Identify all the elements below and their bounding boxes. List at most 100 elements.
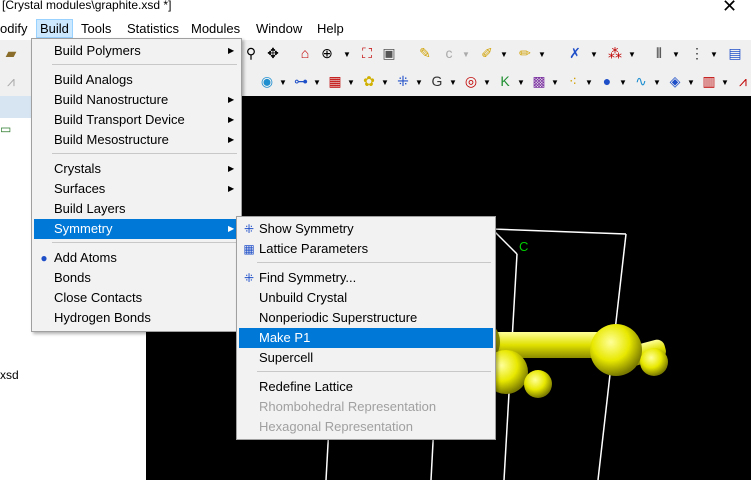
menu-unbuild-crystal[interactable]: Unbuild Crystal bbox=[239, 288, 493, 308]
spectrum-icon[interactable]: ⩘ bbox=[2, 72, 20, 90]
pan-icon[interactable]: ✥ bbox=[264, 44, 282, 62]
menu-statistics[interactable]: Statistics bbox=[127, 21, 179, 36]
book-icon[interactable]: ▭ bbox=[0, 122, 11, 136]
file-item-graphite[interactable]: xsd bbox=[0, 368, 19, 382]
menu-item-label: Lattice Parameters bbox=[259, 241, 369, 256]
menu-surfaces[interactable]: Surfaces ▶ bbox=[34, 179, 239, 199]
menu-find-symmetry[interactable]: ⁜ Find Symmetry... bbox=[239, 268, 493, 288]
chevron-down-icon[interactable]: ▼ bbox=[343, 50, 351, 59]
chevron-down-icon[interactable]: ▼ bbox=[653, 78, 661, 87]
menu-hexagonal-representation: Hexagonal Representation bbox=[239, 417, 493, 437]
chevron-down-icon[interactable]: ▼ bbox=[483, 78, 491, 87]
close-icon[interactable]: ✕ bbox=[722, 0, 737, 17]
measure-icon[interactable]: ⋮ bbox=[688, 44, 706, 62]
menu-hydrogen-bonds[interactable]: Hydrogen Bonds bbox=[34, 308, 239, 328]
screen-icon[interactable]: ▣ bbox=[380, 44, 398, 62]
chevron-down-icon[interactable]: ▼ bbox=[279, 78, 287, 87]
plot-icon[interactable]: ⩘ bbox=[734, 72, 751, 90]
hydrogen-icon[interactable]: ⦀ bbox=[650, 44, 668, 62]
chevron-right-icon: ▶ bbox=[228, 184, 235, 193]
menu-item-label: Hydrogen Bonds bbox=[54, 310, 151, 325]
home-icon[interactable]: ⌂ bbox=[296, 44, 314, 62]
chevron-down-icon[interactable]: ▼ bbox=[672, 50, 680, 59]
menu-build-polymers[interactable]: Build Polymers ▶ bbox=[34, 41, 239, 61]
bars-icon[interactable]: ▥ bbox=[700, 72, 718, 90]
element-icon[interactable]: c bbox=[440, 44, 458, 62]
menu-tools[interactable]: Tools bbox=[81, 21, 111, 36]
sketch-icon[interactable]: ✐ bbox=[478, 44, 496, 62]
menu-item-label: Unbuild Crystal bbox=[259, 290, 348, 305]
menu-crystals[interactable]: Crystals ▶ bbox=[34, 159, 239, 179]
menu-add-atoms[interactable]: ● Add Atoms bbox=[34, 248, 239, 268]
chevron-down-icon[interactable]: ▼ bbox=[585, 78, 593, 87]
menu-window[interactable]: Window bbox=[256, 21, 302, 36]
wave-icon[interactable]: ∿ bbox=[632, 72, 650, 90]
menu-bonds[interactable]: Bonds bbox=[34, 268, 239, 288]
menu-item-label: Surfaces bbox=[54, 181, 106, 196]
chevron-down-icon[interactable]: ▼ bbox=[721, 78, 729, 87]
chevron-down-icon[interactable]: ▼ bbox=[517, 78, 525, 87]
chevron-down-icon[interactable]: ▼ bbox=[687, 78, 695, 87]
menu-separator bbox=[52, 242, 237, 243]
chevron-down-icon[interactable]: ▼ bbox=[415, 78, 423, 87]
chevron-down-icon[interactable]: ▼ bbox=[590, 50, 598, 59]
open-icon[interactable]: ▰ bbox=[2, 44, 20, 62]
lattice-icon[interactable]: ⁜ bbox=[394, 72, 412, 90]
g-icon[interactable]: G bbox=[428, 72, 446, 90]
chevron-down-icon[interactable]: ▼ bbox=[347, 78, 355, 87]
chevron-down-icon[interactable]: ▼ bbox=[551, 78, 559, 87]
brush-icon[interactable]: ✏ bbox=[516, 44, 534, 62]
target-icon[interactable]: ◎ bbox=[462, 72, 480, 90]
surface-icon[interactable]: ▩ bbox=[530, 72, 548, 90]
menu-build-nanostructure[interactable]: Build Nanostructure ▶ bbox=[34, 90, 239, 110]
zoom-icon[interactable]: ⚲ bbox=[242, 44, 260, 62]
chevron-down-icon[interactable]: ▼ bbox=[628, 50, 636, 59]
chevron-down-icon[interactable]: ▼ bbox=[462, 50, 470, 59]
add-atom-icon: ● bbox=[40, 251, 48, 265]
menu-make-p1[interactable]: Make P1 bbox=[239, 328, 493, 348]
chevron-down-icon[interactable]: ▼ bbox=[710, 50, 718, 59]
menu-modify[interactable]: odify bbox=[0, 21, 27, 36]
grid-icon[interactable]: ▦ bbox=[326, 72, 344, 90]
menu-item-label: Find Symmetry... bbox=[259, 270, 357, 285]
menu-symmetry[interactable]: Symmetry ▶ bbox=[34, 219, 239, 239]
menu-modules[interactable]: Modules bbox=[191, 21, 240, 36]
menu-supercell[interactable]: Supercell bbox=[239, 348, 493, 368]
fit-icon[interactable]: ⛶ bbox=[358, 44, 376, 62]
color-icon[interactable]: ◉ bbox=[258, 72, 276, 90]
menu-close-contacts[interactable]: Close Contacts bbox=[34, 288, 239, 308]
chevron-down-icon[interactable]: ▼ bbox=[313, 78, 321, 87]
menu-rhombohedral-representation: Rhombohedral Representation bbox=[239, 397, 493, 417]
menu-redefine-lattice[interactable]: Redefine Lattice bbox=[239, 377, 493, 397]
menu-item-label: Supercell bbox=[259, 350, 314, 365]
chevron-down-icon[interactable]: ▼ bbox=[619, 78, 627, 87]
build-menu: Build Polymers ▶ Build Analogs Build Nan… bbox=[31, 38, 242, 332]
chart-icon[interactable]: ▤ bbox=[726, 44, 744, 62]
chevron-right-icon: ▶ bbox=[228, 115, 235, 124]
chevron-down-icon[interactable]: ▼ bbox=[538, 50, 546, 59]
menu-show-symmetry[interactable]: ⁜ Show Symmetry bbox=[239, 219, 493, 239]
menu-build-layers[interactable]: Build Layers bbox=[34, 199, 239, 219]
menu-nonperiodic-superstructure[interactable]: Nonperiodic Superstructure bbox=[239, 308, 493, 328]
fragment-icon[interactable]: ⊶ bbox=[292, 72, 310, 90]
chevron-right-icon: ▶ bbox=[228, 46, 235, 55]
pencil-icon[interactable]: ✎ bbox=[416, 44, 434, 62]
k-icon[interactable]: K bbox=[496, 72, 514, 90]
bond-icon[interactable]: ✗ bbox=[566, 44, 584, 62]
menu-help[interactable]: Help bbox=[317, 21, 344, 36]
menu-build[interactable]: Build bbox=[36, 19, 73, 38]
menu-build-transport-device[interactable]: Build Transport Device ▶ bbox=[34, 110, 239, 130]
chevron-down-icon[interactable]: ▼ bbox=[449, 78, 457, 87]
chevron-down-icon[interactable]: ▼ bbox=[381, 78, 389, 87]
menu-build-analogs[interactable]: Build Analogs bbox=[34, 70, 239, 90]
center-icon[interactable]: ⊕ bbox=[318, 44, 336, 62]
molecule-icon[interactable]: ✿ bbox=[360, 72, 378, 90]
menu-build-mesostructure[interactable]: Build Mesostructure ▶ bbox=[34, 130, 239, 150]
sphere-icon[interactable]: ● bbox=[598, 72, 616, 90]
chevron-down-icon[interactable]: ▼ bbox=[500, 50, 508, 59]
atoms-icon[interactable]: ⁂ bbox=[606, 44, 624, 62]
chevron-right-icon: ▶ bbox=[228, 95, 235, 104]
particle-icon[interactable]: ⁖ bbox=[564, 72, 582, 90]
tag-icon[interactable]: ◈ bbox=[666, 72, 684, 90]
menu-lattice-parameters[interactable]: ▦ Lattice Parameters bbox=[239, 239, 493, 259]
